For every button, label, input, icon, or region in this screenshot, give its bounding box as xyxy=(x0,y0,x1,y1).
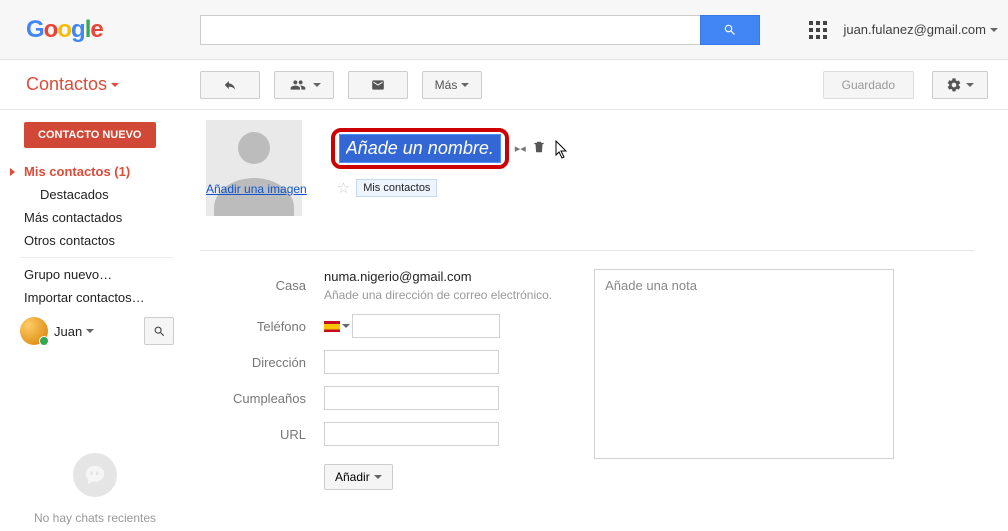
field-label-address: Dirección xyxy=(200,355,324,370)
chat-search-button[interactable] xyxy=(144,317,174,345)
nav-starred[interactable]: Destacados xyxy=(0,183,190,206)
field-label-url: URL xyxy=(200,427,324,442)
nav-other-contacts[interactable]: Otros contactos xyxy=(0,229,190,252)
search-bar xyxy=(200,15,760,45)
chevron-down-icon xyxy=(111,83,119,87)
email-button[interactable] xyxy=(348,71,408,99)
chevron-down-icon xyxy=(313,83,321,87)
saved-status: Guardado xyxy=(823,71,914,99)
search-input[interactable] xyxy=(200,15,700,45)
account-menu[interactable]: juan.fulanez@gmail.com xyxy=(843,22,998,37)
google-logo[interactable]: Google xyxy=(26,13,118,47)
nav-most-contacted[interactable]: Más contactados xyxy=(0,206,190,229)
apps-icon[interactable] xyxy=(809,21,827,39)
new-contact-button[interactable]: CONTACTO NUEVO xyxy=(24,122,156,148)
nav-new-group[interactable]: Grupo nuevo… xyxy=(0,263,190,286)
header: Google juan.fulanez@gmail.com xyxy=(0,0,1008,60)
email-hint[interactable]: Añade una dirección de correo electrónic… xyxy=(324,288,552,302)
cursor-pointer xyxy=(555,140,571,162)
no-chats-label: No hay chats recientes xyxy=(0,511,190,525)
settings-button[interactable] xyxy=(932,71,988,99)
star-icon[interactable]: ☆ xyxy=(337,179,350,197)
hangouts-icon[interactable] xyxy=(73,453,117,497)
groups-button[interactable] xyxy=(274,71,334,99)
search-icon xyxy=(153,325,166,338)
chevron-down-icon xyxy=(966,83,974,87)
search-button[interactable] xyxy=(700,15,760,45)
toolbar: Contactos Más Guardado xyxy=(0,60,1008,110)
flag-spain-icon xyxy=(324,321,340,332)
birthday-input[interactable] xyxy=(324,386,499,410)
email-value[interactable]: numa.nigerio@gmail.com xyxy=(324,269,552,284)
nav-my-contacts[interactable]: Mis contactos (1) xyxy=(0,160,190,183)
field-label-phone: Teléfono xyxy=(200,319,324,334)
user-email: juan.fulanez@gmail.com xyxy=(843,22,986,37)
back-button[interactable] xyxy=(200,71,260,99)
chevron-down-icon xyxy=(86,329,94,333)
field-label-birthday: Cumpleaños xyxy=(200,391,324,406)
user-status-menu[interactable]: Juan xyxy=(54,324,138,339)
chevron-down-icon xyxy=(374,475,382,479)
address-input[interactable] xyxy=(324,350,499,374)
nav-import[interactable]: Importar contactos… xyxy=(0,286,190,309)
add-image-link[interactable]: Añadir una imagen xyxy=(206,182,307,196)
contact-group-tag[interactable]: Mis contactos xyxy=(356,179,437,197)
sidebar: CONTACTO NUEVO Mis contactos (1) Destaca… xyxy=(0,110,190,531)
note-textarea[interactable]: Añade una nota xyxy=(594,269,894,459)
name-highlight-box xyxy=(331,128,509,169)
user-avatar[interactable] xyxy=(20,317,48,345)
reply-arrow-icon xyxy=(221,78,239,92)
contact-name-input[interactable] xyxy=(339,134,501,163)
more-button[interactable]: Más xyxy=(422,71,482,99)
url-input[interactable] xyxy=(324,422,499,446)
chevron-down-icon xyxy=(342,324,350,328)
chevron-down-icon xyxy=(461,83,469,87)
chat-footer: No hay chats recientes xyxy=(0,453,190,525)
add-field-button[interactable]: Añadir xyxy=(324,464,393,490)
group-icon xyxy=(287,77,309,93)
expand-name-icon[interactable]: ▸◂ xyxy=(515,142,526,155)
chevron-down-icon xyxy=(990,28,998,32)
country-flag-picker[interactable] xyxy=(324,321,350,332)
gear-icon xyxy=(946,77,962,93)
search-icon xyxy=(723,23,737,37)
trash-icon xyxy=(532,139,546,155)
app-title-menu[interactable]: Contactos xyxy=(26,74,200,95)
phone-input[interactable] xyxy=(352,314,500,338)
delete-button[interactable] xyxy=(532,139,546,158)
mail-icon xyxy=(369,78,387,92)
main-content: Añadir una imagen ▸◂ ☆ Mis contactos xyxy=(190,110,1008,531)
field-label-home: Casa xyxy=(200,278,324,293)
contact-photo-placeholder[interactable] xyxy=(206,120,302,216)
